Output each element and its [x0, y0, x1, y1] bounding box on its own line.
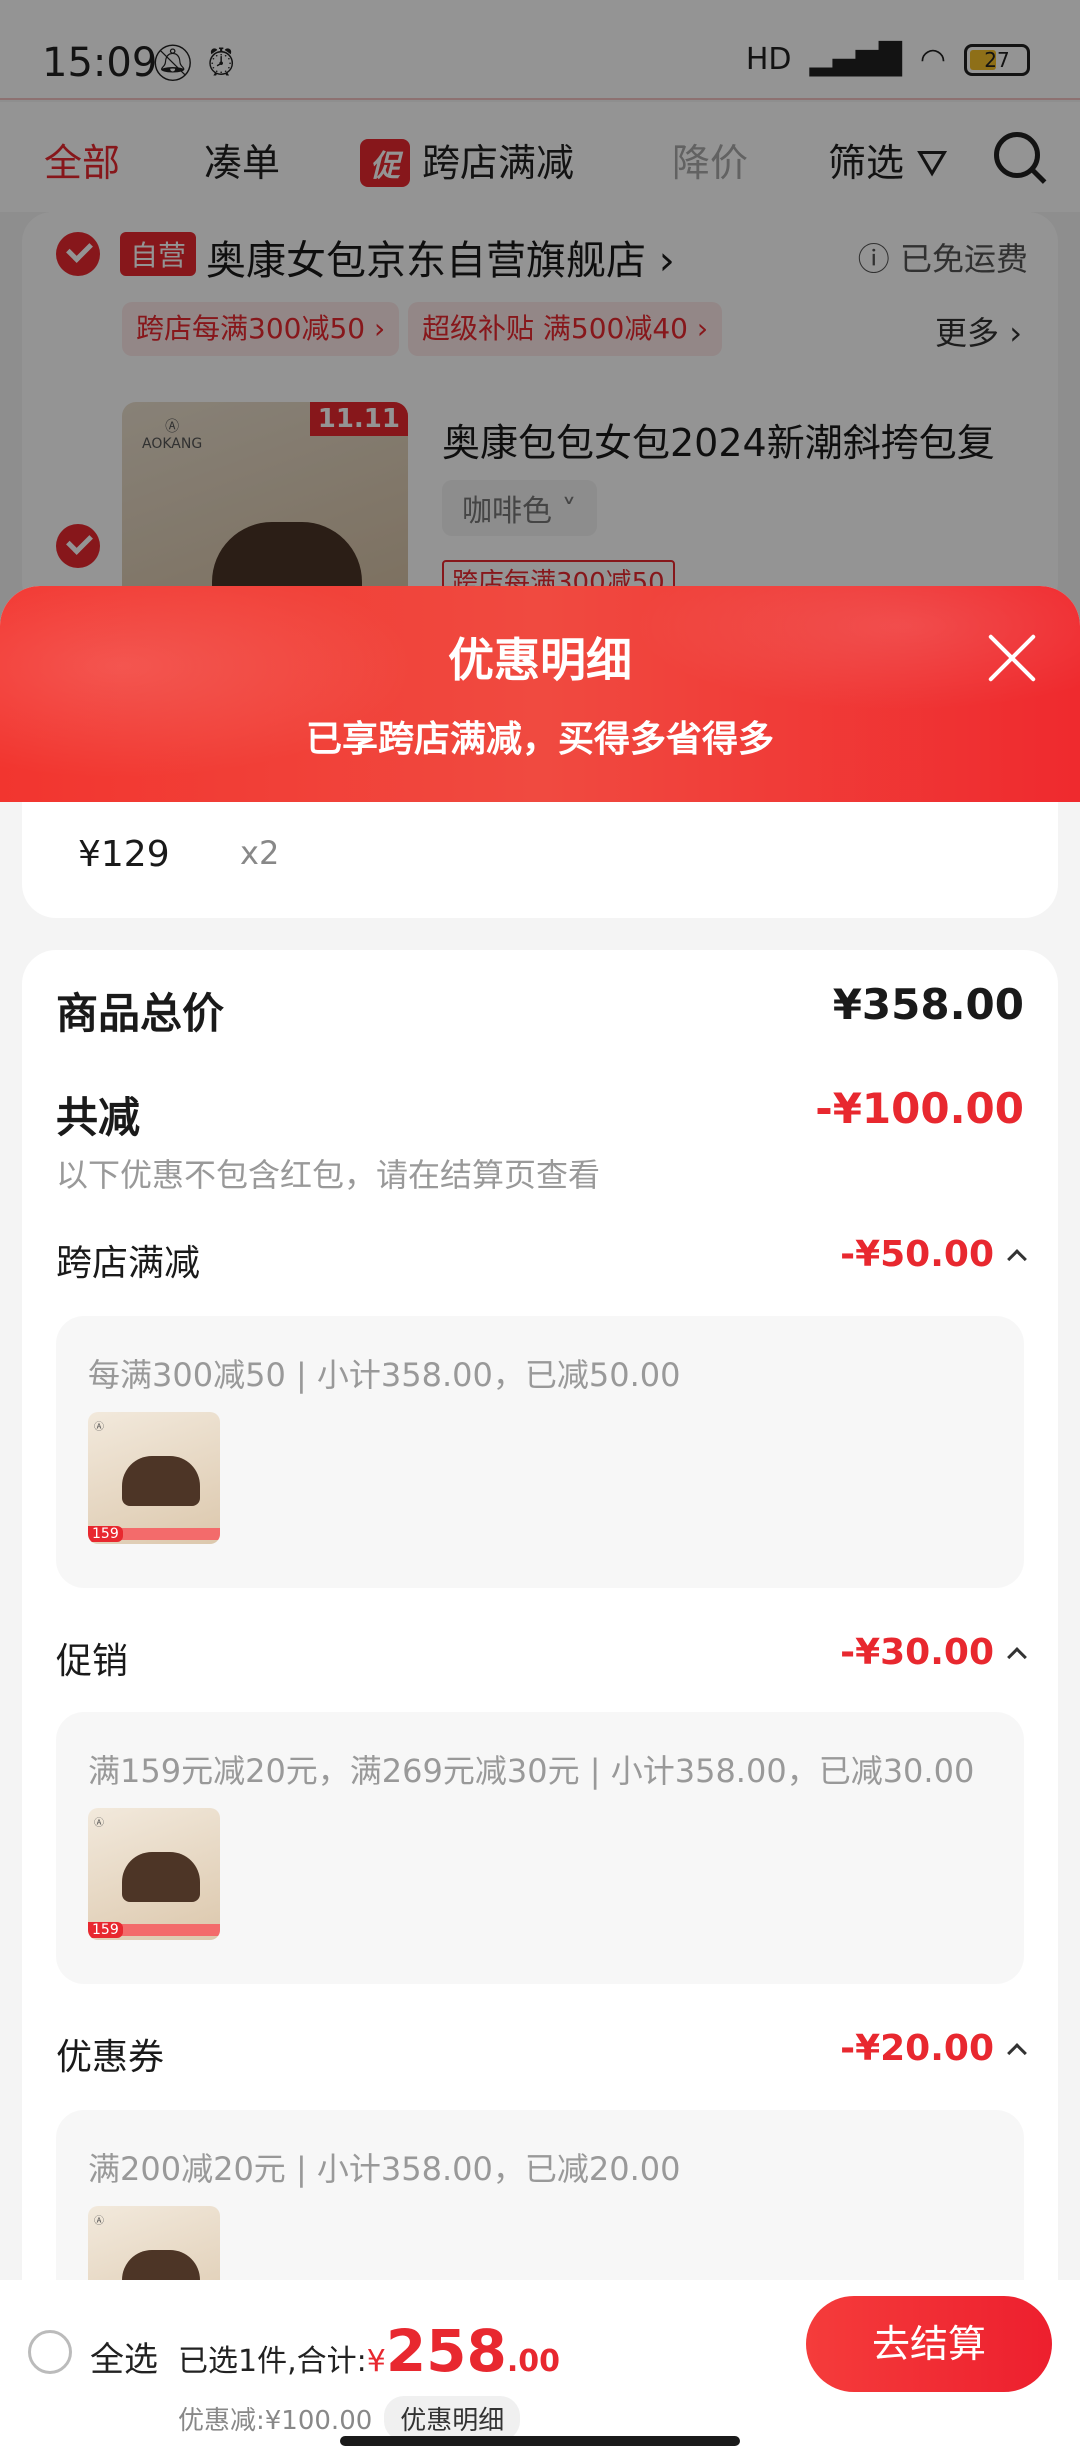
bag-image: [122, 1456, 200, 1506]
bag-image: [122, 1852, 200, 1902]
product-thumbnail[interactable]: Ⓐ 159: [88, 1808, 220, 1940]
select-all-radio[interactable]: [28, 2330, 72, 2374]
selected-summary: 已选1件,合计:: [178, 2344, 367, 2379]
section-detail-promotion: 满159元减20元，满269元减30元 | 小计358.00，已减30.00 Ⓐ…: [56, 1712, 1024, 1984]
section-label-cross-store: 跨店满减: [56, 1243, 201, 1284]
total-amount: 258: [385, 2317, 507, 2385]
reduced-hint: 以下优惠不包含红包，请在结算页查看: [56, 1156, 601, 1194]
checkout-bar: 全选 已选1件,合计: ¥ 258 .00 优惠减:¥100.00 优惠明细 去…: [0, 2280, 1080, 2460]
section-label-coupon: 优惠券: [56, 2037, 165, 2078]
checkout-button[interactable]: 去结算: [806, 2296, 1052, 2392]
brand-logo: Ⓐ: [94, 1422, 104, 1433]
chevron-up-icon: [1007, 1248, 1027, 1269]
promo-strip: [120, 1528, 220, 1540]
brand-logo: Ⓐ: [94, 1818, 104, 1829]
reduced-label: 共减: [56, 1093, 141, 1142]
discount-amount: 优惠减:¥100.00: [178, 2406, 373, 2436]
item-price-card: ¥129 x2: [22, 802, 1058, 918]
brand-logo: Ⓐ: [94, 2216, 104, 2227]
section-toggle-coupon[interactable]: -¥20.00: [840, 2028, 1027, 2069]
select-all-label[interactable]: 全选: [90, 2332, 158, 2381]
thumb-price: 159: [88, 1922, 123, 1938]
product-thumbnail[interactable]: Ⓐ 159: [88, 1412, 220, 1544]
total-label: 商品总价: [56, 989, 225, 1038]
total-currency: ¥: [366, 2344, 386, 2379]
reduced-value: -¥100.00: [815, 1084, 1024, 1133]
home-indicator[interactable]: [340, 2436, 740, 2446]
section-detail-text: 每满300减50 | 小计358.00，已减50.00: [88, 1356, 681, 1394]
section-detail-text: 满200减20元 | 小计358.00，已减20.00: [88, 2150, 681, 2188]
promo-strip: [120, 1924, 220, 1936]
discount-line: 优惠减:¥100.00 优惠明细: [178, 2396, 521, 2441]
sheet-title: 优惠明细: [448, 633, 632, 687]
total-decimal: .00: [506, 2344, 561, 2379]
item-quantity: x2: [240, 834, 280, 872]
discount-detail-button[interactable]: 优惠明细: [384, 2396, 521, 2441]
total-summary: 已选1件,合计: ¥ 258 .00: [178, 2322, 560, 2380]
sheet-subtitle: 已享跨店满减，买得多省得多: [305, 719, 774, 760]
discount-detail-sheet: 优惠明细 已享跨店满减，买得多省得多 ¥129 x2 商品总价 ¥358.00 …: [0, 586, 1080, 2460]
section-toggle-cross-store[interactable]: -¥50.00: [840, 1234, 1027, 1275]
section-detail-text: 满159元减20元，满269元减30元 | 小计358.00，已减30.00: [88, 1752, 975, 1790]
unit-price: ¥129: [78, 834, 170, 875]
total-value: ¥358.00: [832, 980, 1024, 1029]
section-toggle-promotion[interactable]: -¥30.00: [840, 1632, 1027, 1673]
chevron-up-icon: [1007, 2042, 1027, 2063]
section-label-promotion: 促销: [56, 1641, 129, 1682]
section-detail-cross-store: 每满300减50 | 小计358.00，已减50.00 Ⓐ 159: [56, 1316, 1024, 1588]
sheet-header: 优惠明细 已享跨店满减，买得多省得多: [0, 586, 1080, 802]
chevron-up-icon: [1007, 1646, 1027, 1667]
thumb-price: 159: [88, 1526, 123, 1542]
discount-breakdown-card: 商品总价 ¥358.00 共减 -¥100.00 以下优惠不包含红包，请在结算页…: [22, 950, 1058, 2460]
close-icon[interactable]: [984, 630, 1040, 686]
